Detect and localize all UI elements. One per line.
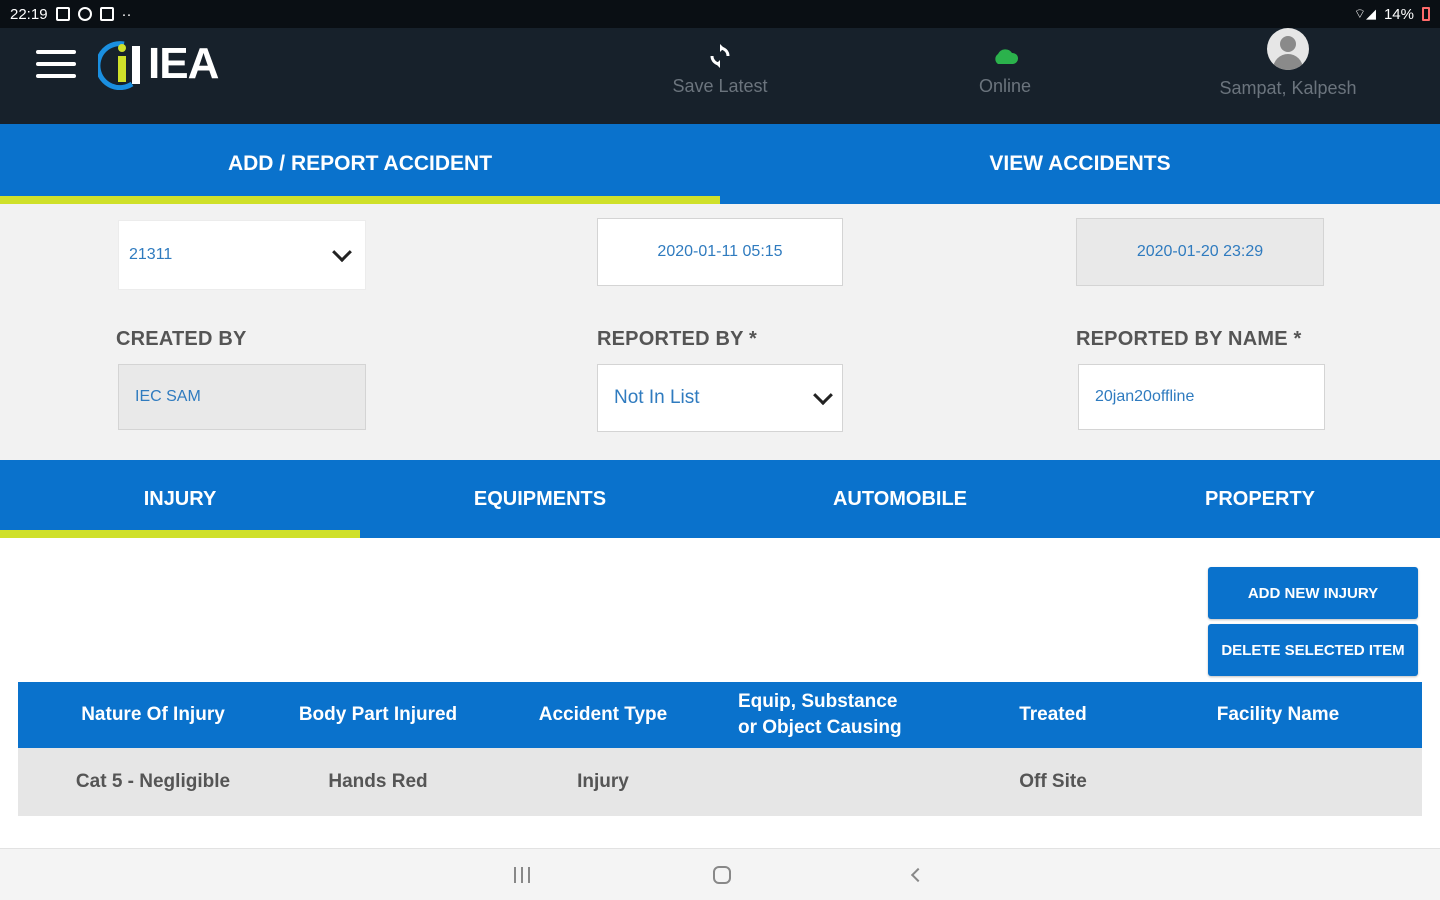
column-header: Nature Of Injury [81, 704, 225, 726]
table-cell: Cat 5 - Negligible [75, 771, 231, 792]
created-by-value: IEC SAM [135, 388, 201, 405]
online-label: Online [978, 76, 1032, 96]
add-new-injury-button[interactable]: ADD NEW INJURY [1208, 567, 1418, 619]
chevron-down-icon [332, 242, 352, 263]
home-icon[interactable] [710, 863, 734, 887]
chevron-down-icon [813, 385, 833, 406]
column-header: Treated [1019, 704, 1087, 726]
tab-add-report-accident[interactable]: ADD / REPORT ACCIDENT [0, 124, 720, 204]
image-notification-icon [55, 7, 70, 21]
save-latest-label: Save Latest [672, 76, 768, 96]
reported-by-name-value: 20jan20offline [1095, 388, 1195, 405]
system-nav-bar [0, 848, 1440, 900]
reported-by-name-label: REPORTED BY NAME * [1076, 328, 1302, 350]
reported-by-value: Not In List [614, 387, 700, 408]
app-header: IEA Save Latest Online Sampat, Kalpesh [0, 28, 1440, 124]
accident-datetime-value: 2020-01-11 05:15 [657, 243, 783, 260]
tab-view-accidents[interactable]: VIEW ACCIDENTS [720, 124, 1440, 204]
screen-notification-icon [99, 7, 114, 21]
report-datetime-value: 2020-01-20 23:29 [1136, 243, 1264, 260]
reported-by-label: REPORTED BY * [597, 328, 758, 350]
accident-id-value: 21311 [129, 246, 173, 263]
logo-mark-icon [98, 41, 140, 90]
user-name: Sampat, Kalpesh [1219, 78, 1357, 98]
accident-form: 21311 2020-01-11 05:15 2020-01-20 23:29 … [0, 204, 1440, 460]
status-bar: 22:19 ·· ⌔◢ 14% [0, 0, 1440, 28]
tab-automobile[interactable]: AUTOMOBILE [720, 460, 1080, 538]
column-header: Body Part Injured [298, 704, 458, 726]
tab-equipments[interactable]: EQUIPMENTS [360, 460, 720, 538]
accident-datetime-field[interactable]: 2020-01-11 05:15 [597, 218, 843, 286]
main-tabs: ADD / REPORT ACCIDENT VIEW ACCIDENTS [0, 124, 1440, 204]
wifi-signal-icon: ⌔◢ [1353, 6, 1376, 21]
menu-icon[interactable] [36, 48, 76, 80]
injury-table: Nature Of Injury Body Part Injured Accid… [18, 682, 1422, 816]
report-datetime-field: 2020-01-20 23:29 [1076, 218, 1324, 286]
app-logo: IEA [98, 38, 219, 90]
recents-icon[interactable] [510, 863, 534, 887]
tab-property[interactable]: PROPERTY [1080, 460, 1440, 538]
battery-level: 14% [1383, 5, 1414, 23]
settings-notification-icon [77, 7, 92, 21]
user-profile[interactable]: Sampat, Kalpesh [1200, 28, 1376, 99]
table-cell: Hands Red [328, 771, 428, 792]
reported-by-select[interactable]: Not In List [597, 364, 843, 432]
created-by-field: IEC SAM [118, 364, 366, 430]
logo-text: IEA [148, 39, 219, 88]
online-status: Online [950, 40, 1060, 97]
accident-id-select[interactable]: 21311 [118, 220, 366, 290]
table-row[interactable]: Cat 5 - Negligible Hands Red Injury Off … [18, 748, 1422, 816]
tab-injury[interactable]: INJURY [0, 460, 360, 538]
created-by-label: CREATED BY [116, 328, 247, 350]
column-header: Equip, Substance or Object Causing [738, 691, 902, 738]
reported-by-name-input[interactable]: 20jan20offline [1078, 364, 1325, 430]
section-tabs: INJURY EQUIPMENTS AUTOMOBILE PROPERTY [0, 460, 1440, 538]
save-latest-button[interactable]: Save Latest [660, 40, 780, 97]
sync-icon [710, 44, 730, 68]
back-icon[interactable] [906, 863, 930, 887]
column-header: Accident Type [538, 704, 668, 726]
table-cell: Injury [577, 771, 629, 792]
battery-icon [1422, 7, 1430, 21]
status-time: 22:19 [10, 5, 48, 23]
table-header: Nature Of Injury Body Part Injured Accid… [18, 682, 1422, 748]
column-header: Facility Name [1216, 704, 1340, 726]
delete-selected-item-button[interactable]: DELETE SELECTED ITEM [1208, 624, 1418, 676]
avatar [1267, 28, 1309, 70]
more-notifications: ·· [121, 5, 132, 23]
table-cell: Off Site [1019, 771, 1087, 792]
cloud-icon [995, 49, 1019, 64]
injury-content: ADD NEW INJURY DELETE SELECTED ITEM Natu… [0, 538, 1440, 848]
